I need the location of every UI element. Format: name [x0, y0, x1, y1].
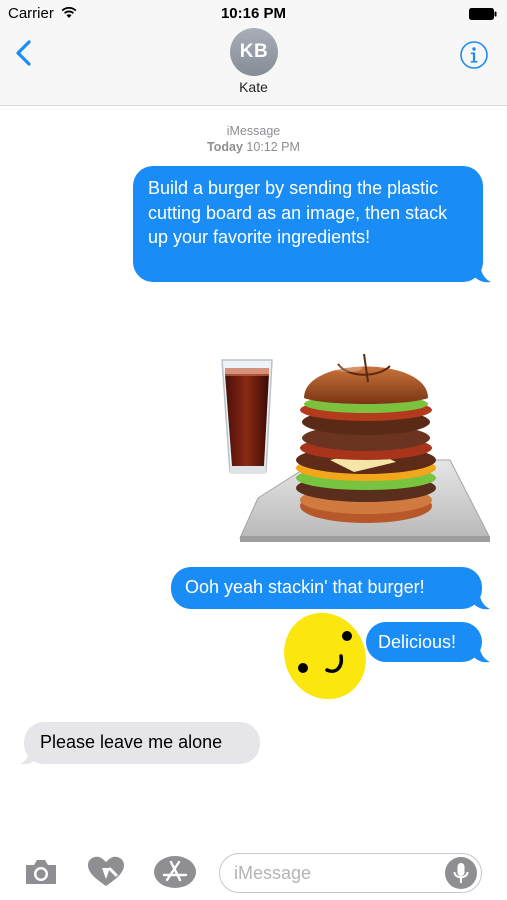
- message-timestamp: Today 10:12 PM: [0, 140, 507, 154]
- incoming-message-bubble[interactable]: Please leave me alone: [24, 722, 260, 764]
- camera-icon[interactable]: [23, 857, 59, 887]
- app-store-icon[interactable]: [153, 855, 197, 889]
- microphone-icon: [453, 863, 469, 883]
- burger-sticker[interactable]: [218, 338, 490, 544]
- digital-touch-icon[interactable]: [86, 855, 126, 889]
- bubble-tail: [473, 644, 490, 663]
- message-input[interactable]: [219, 853, 482, 893]
- avatar[interactable]: KB: [230, 28, 278, 76]
- microphone-button[interactable]: [445, 857, 477, 889]
- status-time: 10:16 PM: [220, 5, 287, 22]
- outgoing-message-bubble[interactable]: Build a burger by sending the plastic cu…: [133, 166, 483, 282]
- timestamp-time: 10:12 PM: [246, 140, 300, 154]
- info-icon[interactable]: [459, 40, 489, 70]
- battery-icon: [469, 8, 497, 20]
- message-input-bar: [0, 840, 507, 900]
- service-label: iMessage: [226, 124, 281, 138]
- smiley-face-sticker[interactable]: [281, 610, 369, 702]
- outgoing-message-bubble[interactable]: Delicious!: [366, 622, 482, 662]
- bubble-tail: [20, 746, 37, 765]
- bubble-tail: [474, 264, 491, 283]
- timestamp-day: Today: [207, 140, 243, 154]
- status-bar: Carrier 10:16 PM: [0, 0, 507, 28]
- bubble-tail: [473, 591, 490, 610]
- contact-name[interactable]: Kate: [0, 79, 507, 95]
- conversation-header: KB Kate: [0, 28, 507, 106]
- chevron-left-icon[interactable]: [12, 38, 36, 68]
- outgoing-message-bubble[interactable]: Ooh yeah stackin' that burger!: [171, 567, 482, 609]
